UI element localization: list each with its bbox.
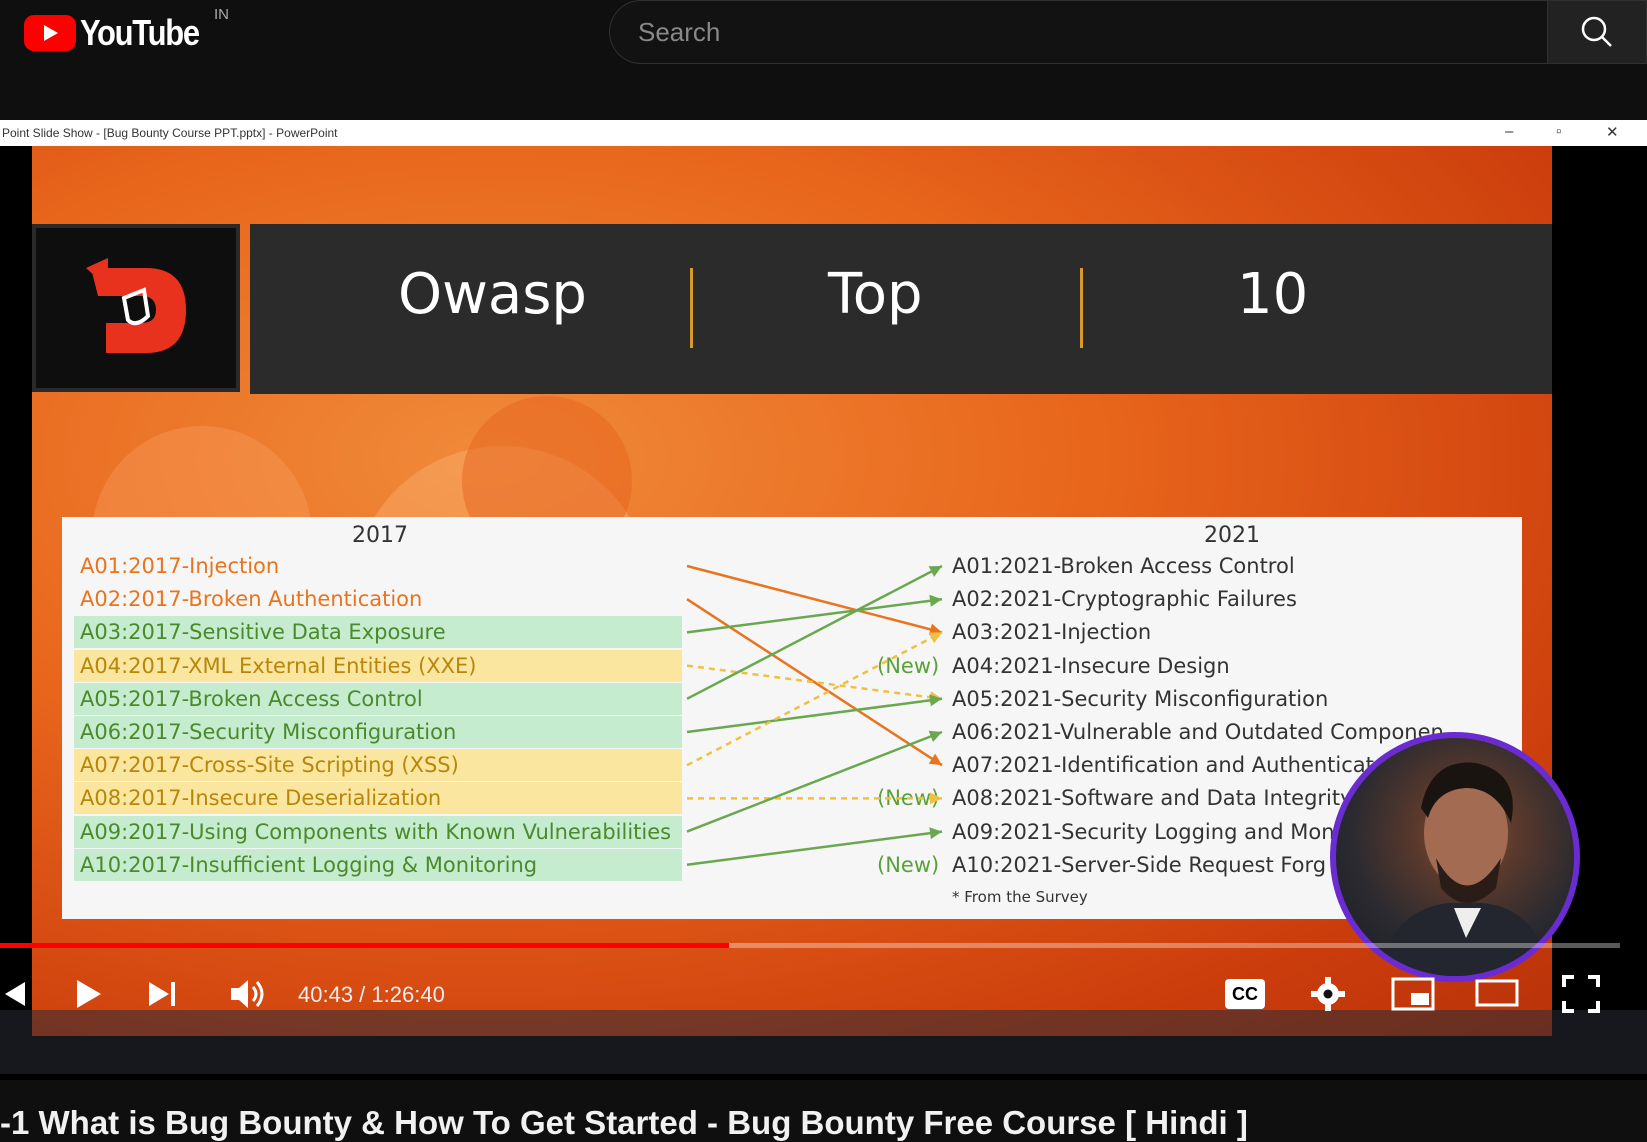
banner-word-10: 10 [1237,262,1309,327]
player-controls: 40:43 / 1:26:40 CC [0,960,1647,1038]
window-title: Point Slide Show - [Bug Bounty Course PP… [2,126,338,140]
owasp-mapping-table: 2017 2021 A01:2017-Injection A02:2017-Bro… [62,517,1522,919]
search-button[interactable] [1547,0,1647,64]
mapping-arrow [686,598,943,767]
theater-mode-button[interactable] [1474,974,1520,1014]
mapping-arrow [686,564,943,700]
mapping-arrow [686,564,943,634]
close-icon: ✕ [1606,124,1619,141]
arrow-head [929,594,942,607]
captions-button[interactable]: CC [1222,974,1268,1014]
time-separator: / [353,982,372,1007]
play-button[interactable] [66,974,110,1014]
masthead: YouTube IN Search [0,0,1647,80]
banner-word-top: Top [828,262,923,327]
mapping-arrow [686,697,943,734]
minimize-icon: – [1505,123,1514,140]
progress-played [0,943,729,948]
duration: 1:26:40 [371,982,445,1007]
youtube-wordmark: YouTube [80,12,200,53]
current-time: 40:43 [298,982,354,1007]
video-player[interactable]: Point Slide Show - [Bug Bounty Course PP… [0,120,1647,1080]
next-button[interactable] [140,974,184,1014]
gear-icon [1311,977,1345,1011]
mapping-arrows [686,564,943,867]
youtube-play-icon [24,15,76,51]
time-display: 40:43 / 1:26:40 [298,982,445,1008]
footnote: * From the Survey [952,888,1088,906]
country-code: IN [214,6,229,23]
progress-bar[interactable] [0,943,1620,948]
search-placeholder: Search [638,17,721,47]
mapping-arrow [686,597,943,634]
arrow-head [928,753,942,766]
volume-button[interactable] [226,974,270,1014]
arrow-head [929,827,942,840]
settings-button[interactable] [1306,974,1350,1014]
restore-icon: ▫ [1556,123,1562,140]
brand-logo [32,224,240,392]
arrow-head [928,632,942,644]
fullscreen-button[interactable] [1558,974,1604,1014]
banner-divider [690,268,693,348]
mapping-arrow [686,631,943,767]
cc-label: CC [1225,979,1265,1009]
banner-word-owasp: Owasp [398,262,587,327]
previous-icon[interactable] [0,974,30,1014]
mapping-arrow [686,830,943,867]
search-input[interactable]: Search [609,0,1547,64]
search-icon [1581,16,1612,47]
banner-divider [1080,268,1083,348]
mapping-arrow [686,730,943,833]
miniplayer-button[interactable] [1390,974,1436,1014]
youtube-logo[interactable]: YouTube IN [24,6,229,54]
powerpoint-titlebar: Point Slide Show - [Bug Bounty Course PP… [0,120,1647,146]
video-title[interactable]: -1 What is Bug Bounty & How To Get Start… [0,1104,1248,1142]
arrow-head [930,792,942,805]
slide-banner: Owasp Top 10 [250,224,1552,394]
